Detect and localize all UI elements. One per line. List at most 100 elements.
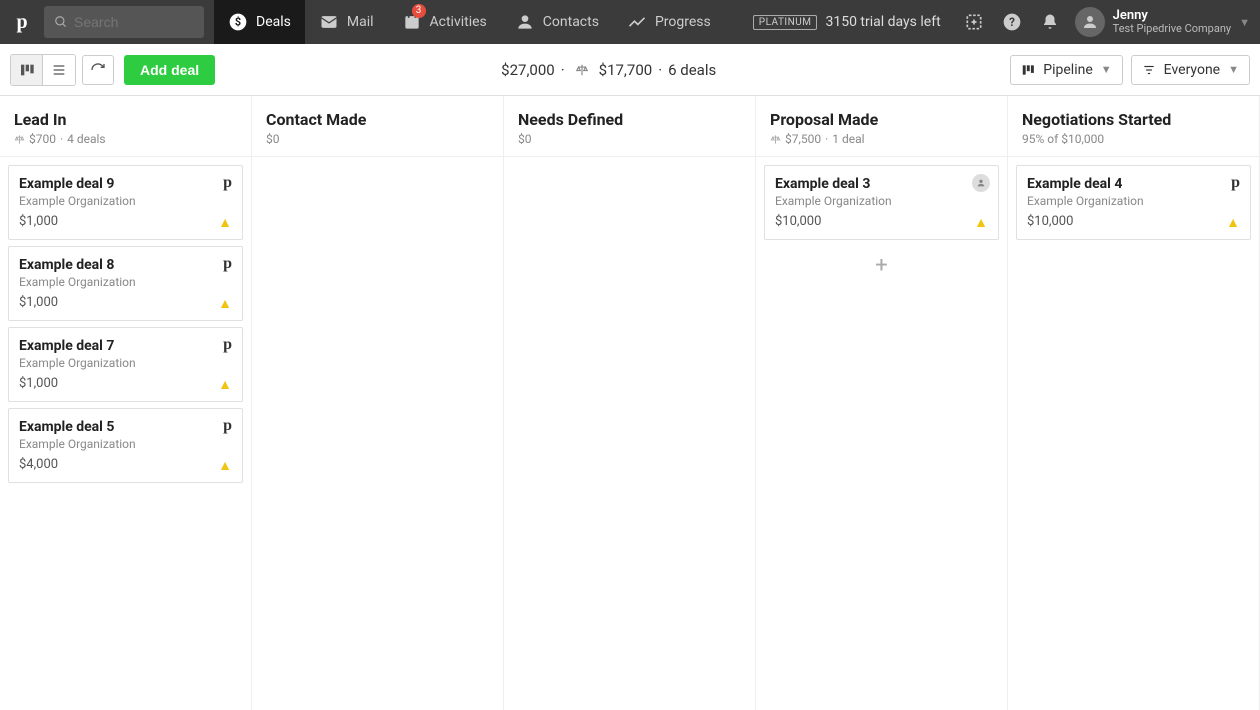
column-body[interactable] (252, 157, 503, 173)
column-sub-amount: $0 (518, 132, 532, 146)
mail-icon (319, 12, 339, 32)
quick-add-button[interactable] (955, 0, 993, 44)
org-logo: p (223, 174, 232, 192)
deal-card[interactable]: Example deal 8 Example Organization $1,000… (8, 246, 243, 321)
deal-amount: $10,000 (775, 214, 988, 229)
deal-title: Example deal 4 (1027, 176, 1240, 192)
column-header: Lead In $700 · 4 deals (0, 96, 251, 157)
owner-label: Everyone (1164, 62, 1220, 78)
pipeline-label: Pipeline (1043, 62, 1093, 78)
deal-org: Example Organization (19, 356, 232, 370)
svg-text:?: ? (1009, 15, 1015, 29)
user-company: Test Pipedrive Company (1113, 23, 1231, 35)
column-sub-amount: 95% of $10,000 (1022, 132, 1104, 146)
deal-amount: $1,000 (19, 295, 232, 310)
kanban-view-button[interactable] (11, 55, 43, 85)
column-title: Needs Defined (518, 110, 741, 129)
deal-org: Example Organization (19, 275, 232, 289)
warning-icon: ▲ (218, 376, 232, 393)
column-header: Proposal Made$7,500 · 1 deal (756, 96, 1007, 157)
forecast-view-button[interactable] (82, 55, 114, 85)
search-wrap[interactable] (44, 6, 204, 38)
nav-contacts[interactable]: Contacts (501, 0, 613, 44)
chevron-down-icon: ▼ (1101, 63, 1112, 76)
deal-amount: $1,000 (19, 214, 232, 229)
column-title: Lead In (14, 110, 237, 129)
column-sub-amount: $0 (266, 132, 280, 146)
column-sub-amount: $7,500 (785, 132, 821, 146)
org-logo: p (1231, 174, 1240, 192)
column-subtitle: $0 (266, 132, 489, 146)
deals-icon: $ (228, 12, 248, 32)
add-deal-button[interactable]: Add deal (124, 55, 215, 85)
warning-icon: ▲ (974, 214, 988, 231)
add-card-button[interactable]: + (764, 246, 999, 284)
column-body[interactable]: Example deal 3Example Organization$10,00… (756, 157, 1007, 292)
deal-title: Example deal 9 (19, 176, 232, 192)
dot-sep: · (561, 61, 565, 79)
user-menu[interactable]: Jenny Test Pipedrive Company ▼ (1069, 7, 1260, 37)
pipeline-column: Lead In$700 · 4 dealsExample deal 9Examp… (0, 96, 252, 710)
deal-title: Example deal 7 (19, 338, 232, 354)
chevron-down-icon: ▼ (1228, 63, 1239, 76)
warning-icon: ▲ (218, 295, 232, 312)
pipeline-column: Negotiations Started95% of $10,000 Exampl… (1008, 96, 1260, 710)
list-view-button[interactable] (43, 55, 75, 85)
nav-mail[interactable]: Mail (305, 0, 388, 44)
nav-activities-label: Activities (430, 14, 487, 30)
nav-progress[interactable]: Progress (613, 0, 725, 44)
nav-deals[interactable]: $ Deals (214, 0, 305, 44)
column-header: Negotiations Started95% of $10,000 (1008, 96, 1259, 157)
deal-org: Example Organization (775, 194, 988, 208)
plan-tag: PLATINUM (753, 15, 818, 30)
column-subtitle: $7,500 · 1 deal (770, 132, 993, 146)
search-input[interactable] (74, 14, 194, 30)
warning-icon: ▲ (218, 214, 232, 231)
toolbar: Add deal $27,000 · $17,700 · 6 deals Pip… (0, 44, 1260, 96)
warning-icon: ▲ (1226, 214, 1240, 231)
svg-text:$: $ (235, 15, 241, 28)
scale-icon (14, 134, 25, 145)
column-header: Contact Made$0 (252, 96, 503, 157)
user-name: Jenny (1113, 9, 1231, 23)
deal-card[interactable]: Example deal 4Example Organization$10,00… (1016, 165, 1251, 240)
column-body[interactable]: Example deal 9 Example Organization $1,000… (0, 157, 251, 497)
filter-icon (1142, 63, 1156, 77)
deal-title: Example deal 5 (19, 419, 232, 435)
column-body[interactable]: Example deal 4Example Organization$10,00… (1008, 157, 1259, 254)
deal-org: Example Organization (19, 437, 232, 451)
summary-deals: 6 deals (668, 61, 716, 79)
user-text: Jenny Test Pipedrive Company (1113, 9, 1231, 35)
org-logo: p (223, 336, 232, 354)
scale-icon (770, 134, 781, 145)
deal-title: Example deal 8 (19, 257, 232, 273)
search-icon (54, 15, 68, 29)
column-subtitle: $700 · 4 deals (14, 132, 237, 146)
deal-card[interactable]: Example deal 5Example Organization$4,000… (8, 408, 243, 483)
dot-sep: · (658, 61, 662, 79)
view-toggle-group (10, 54, 76, 86)
app-logo[interactable]: p (0, 11, 44, 34)
logo-glyph: p (16, 11, 27, 34)
help-button[interactable]: ? (993, 0, 1031, 44)
notifications-button[interactable] (1031, 0, 1069, 44)
pipeline-column: Proposal Made$7,500 · 1 deal Example deal… (756, 96, 1008, 710)
pipeline-icon (1021, 63, 1035, 77)
nav-progress-label: Progress (655, 14, 711, 30)
progress-icon (627, 12, 647, 32)
deal-card[interactable]: Example deal 3Example Organization$10,00… (764, 165, 999, 240)
deal-org: Example Organization (19, 194, 232, 208)
owner-filter[interactable]: Everyone ▼ (1131, 55, 1250, 85)
owner-avatar (972, 174, 990, 192)
pipeline-selector[interactable]: Pipeline ▼ (1010, 55, 1122, 85)
deals-board: Lead In$700 · 4 dealsExample deal 9Examp… (0, 96, 1260, 710)
scale-icon (575, 63, 589, 77)
column-body[interactable] (504, 157, 755, 173)
trial-text: 3150 trial days left (825, 14, 940, 30)
nav-activities[interactable]: 3 Activities (388, 0, 501, 44)
deal-card[interactable]: Example deal 9 Example Organization $1,000… (8, 165, 243, 240)
deal-card[interactable]: Example deal 7Example Organization$1,000… (8, 327, 243, 402)
column-subtitle: 95% of $10,000 (1022, 132, 1245, 146)
top-nav: p $ Deals Mail 3 Activities Contacts (0, 0, 1260, 44)
org-logo: p (223, 255, 232, 273)
